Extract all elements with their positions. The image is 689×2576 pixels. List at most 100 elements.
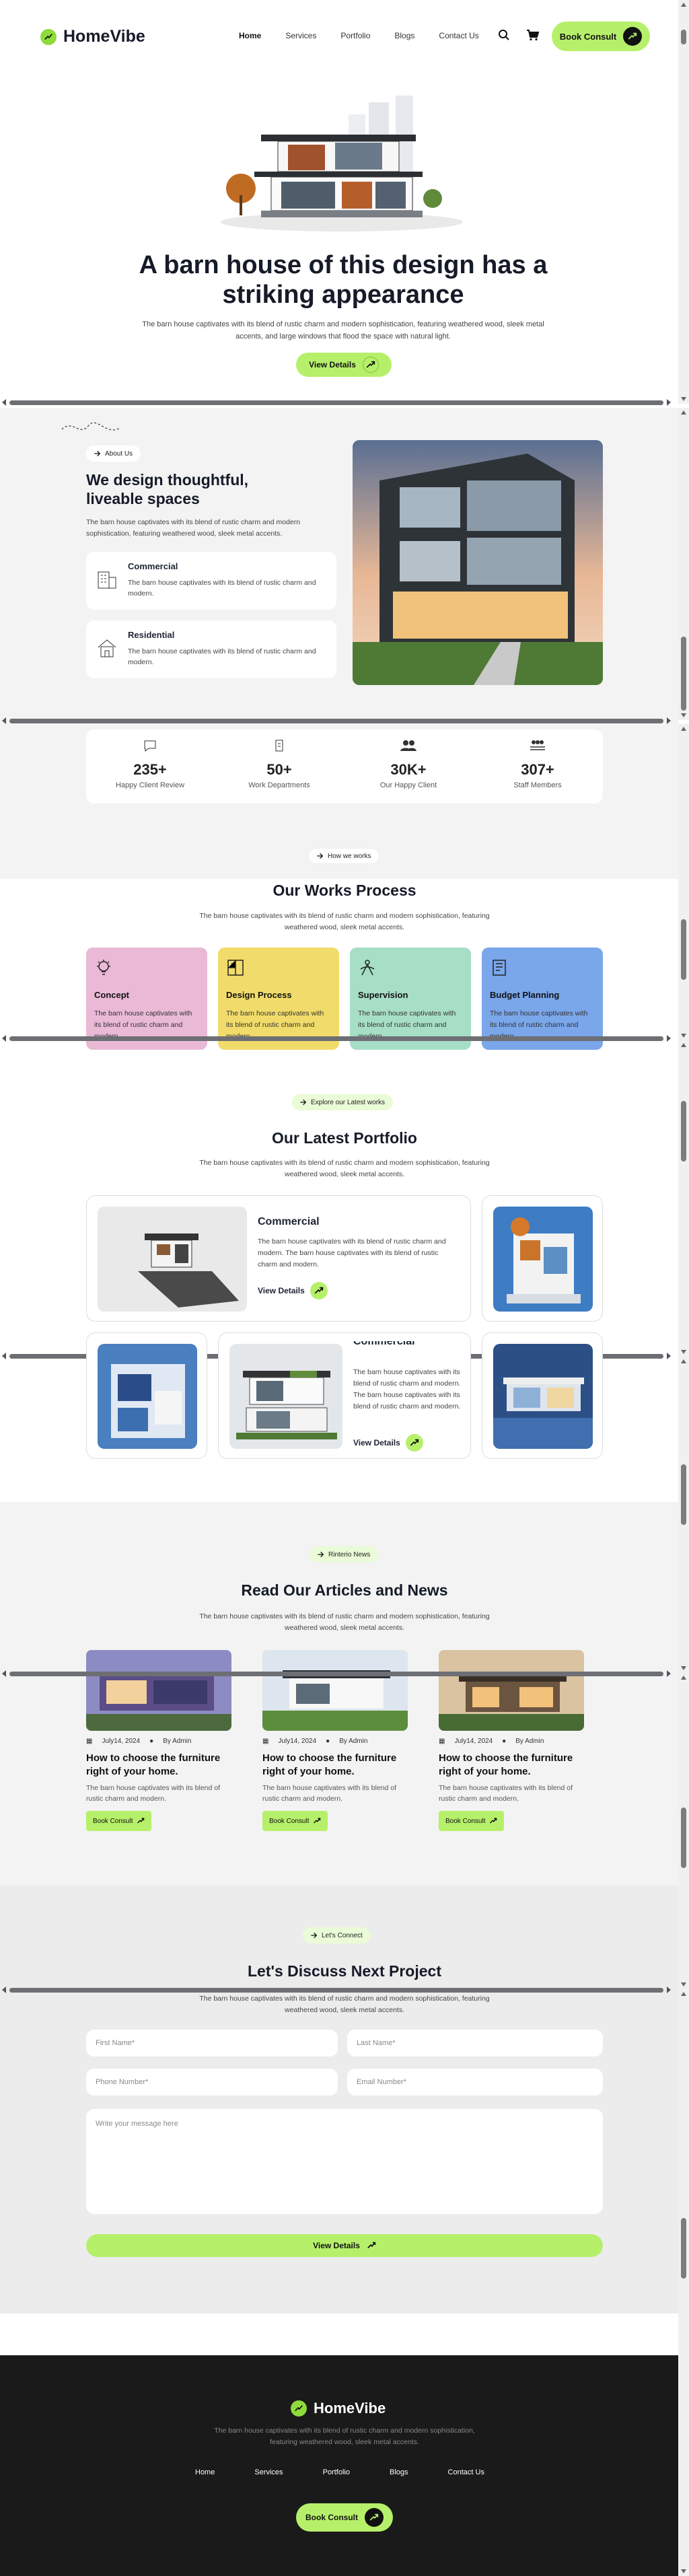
footer-book-consult-button[interactable]: Book Consult [296,2503,393,2532]
news-date: July14, 2024 [102,1738,141,1745]
process-step-title: Design Process [226,990,292,1000]
portfolio-view-details-button[interactable]: View Details [353,1434,423,1452]
hero-view-details-button[interactable]: View Details [296,353,392,377]
portfolio-card-title: Commercial [353,1336,415,1347]
portfolio-card-desc: The barn house captivates with its blend… [353,1368,461,1410]
footer-nav-home[interactable]: Home [195,2468,215,2476]
vertical-scrollbar[interactable] [678,1989,689,2576]
footer-nav-services[interactable]: Services [254,2468,283,2476]
hero-description: The barn house captivates with its blend… [142,320,544,341]
portfolio-image-night-villa [493,1344,593,1449]
process-title: Our Works Process [273,882,416,899]
feature-card-residential[interactable]: Residential The barn house captivates wi… [86,620,336,678]
nav-home[interactable]: Home [239,31,261,40]
horizontal-scrollbar[interactable] [0,1669,673,1678]
view-details-label: View Details [258,1286,305,1295]
email-field[interactable]: Email Number* [347,2069,603,2096]
portfolio-card-small[interactable] [482,1332,603,1459]
vertical-scrollbar[interactable] [678,1040,689,1357]
footer-nav-blogs[interactable]: Blogs [390,2468,408,2476]
stat-label: Our Happy Client [379,781,437,789]
news-book-consult-button[interactable]: Book Consult [262,1811,328,1831]
logo-icon [291,2400,307,2417]
budget-icon [493,960,506,976]
news-card-desc: The barn house captivates with its blend… [439,1784,573,1803]
news-card-title: How to choose the furniture right of you… [86,1752,221,1777]
footer-brand-logo[interactable]: HomeVibe [291,2400,386,2417]
cart-icon[interactable] [526,29,540,44]
portfolio-image-hand-house [98,1207,247,1312]
lightbulb-icon [97,960,110,975]
book-consult-label: Book Consult [305,2513,358,2522]
news-book-consult-button[interactable]: Book Consult [439,1811,505,1831]
stat-value: 307+ [521,761,554,778]
portfolio-card-small[interactable] [482,1195,603,1322]
squiggle-decoration [61,422,120,431]
portfolio-card-small[interactable] [86,1332,207,1459]
trend-arrow-icon [405,1434,423,1452]
portfolio-view-details-button[interactable]: View Details [258,1282,328,1299]
nav-portfolio[interactable]: Portfolio [340,31,370,40]
contact-tag-label: Let's Connect [322,1931,363,1939]
process-tag-label: How we works [328,852,371,860]
horizontal-scrollbar[interactable] [0,1034,673,1043]
portfolio-featured-card[interactable]: Commercial The barn house captivates wit… [86,1195,471,1322]
logo-icon [40,28,57,45]
contact-description: The barn house captivates with its blend… [199,1995,490,2014]
vertical-scrollbar[interactable] [678,1673,689,1989]
building-icon [98,571,116,589]
brand-logo[interactable]: HomeVibe [40,27,145,46]
stat-value: 235+ [133,761,167,778]
view-details-label: View Details [353,1438,400,1447]
trend-arrow-icon [490,1818,497,1824]
news-author: By Admin [163,1738,192,1745]
horizontal-scrollbar[interactable] [0,398,673,407]
vertical-scrollbar[interactable] [678,724,689,1040]
trend-arrow-icon [623,27,643,46]
nav-blogs[interactable]: Blogs [394,31,414,40]
calendar-icon: ▦ [86,1738,93,1745]
news-author: By Admin [339,1738,368,1745]
stat-happy-client: 30K+ Our Happy Client [355,739,462,789]
user-icon: ● [502,1738,507,1745]
process-tag: How we works [308,848,380,864]
portfolio-tag: Explore our Latest works [292,1094,394,1110]
portfolio-image-blue-house [98,1344,197,1449]
footer-nav-portfolio[interactable]: Portfolio [323,2468,350,2476]
horizontal-scrollbar[interactable] [0,716,673,725]
phone-number-field[interactable]: Phone Number* [86,2069,338,2096]
news-book-consult-button[interactable]: Book Consult [86,1811,152,1831]
portfolio-second-card[interactable]: Commercial The barn house captivates wit… [218,1332,471,1459]
news-meta: ▦ July14, 2024 ● By Admin [86,1738,231,1745]
department-icon [275,740,283,752]
vertical-scrollbar[interactable] [678,408,689,720]
nav-contact[interactable]: Contact Us [439,31,478,40]
news-card-title: How to choose the furniture right of you… [439,1752,573,1777]
stat-happy-client-review: 235+ Happy Client Review [96,739,204,789]
footer-nav: Home Services Portfolio Blogs Contact Us [195,2468,484,2476]
news-card-title: How to choose the furniture right of you… [262,1752,397,1777]
message-textarea[interactable]: Write your message here [86,2109,603,2214]
vertical-scrollbar[interactable] [678,1357,689,1673]
team-icon [530,740,545,750]
book-consult-button[interactable]: Book Consult [552,22,650,51]
calendar-icon: ▦ [439,1738,445,1745]
contact-submit-button[interactable]: View Details [86,2234,603,2257]
submit-label: View Details [313,2241,360,2250]
footer-nav-contact[interactable]: Contact Us [448,2468,484,2476]
about-title: We design thoughtful, liveable spaces [86,471,249,507]
feature-title: Residential [128,630,175,640]
feature-card-commercial[interactable]: Commercial The barn house captivates wit… [86,552,336,610]
site-footer [0,2355,678,2576]
vertical-scrollbar[interactable] [678,0,689,404]
news-description: The barn house captivates with its blend… [199,1612,490,1632]
search-icon[interactable] [498,29,510,44]
compass-icon [360,960,375,976]
about-tag: About Us [86,445,141,462]
nav-services[interactable]: Services [285,31,316,40]
last-name-field[interactable]: Last Name* [347,2030,603,2056]
stat-label: Work Departments [248,781,310,789]
news-card-desc: The barn house captivates with its blend… [262,1784,397,1803]
first-name-field[interactable]: First Name* [86,2030,338,2056]
news-date: July14, 2024 [454,1738,493,1745]
